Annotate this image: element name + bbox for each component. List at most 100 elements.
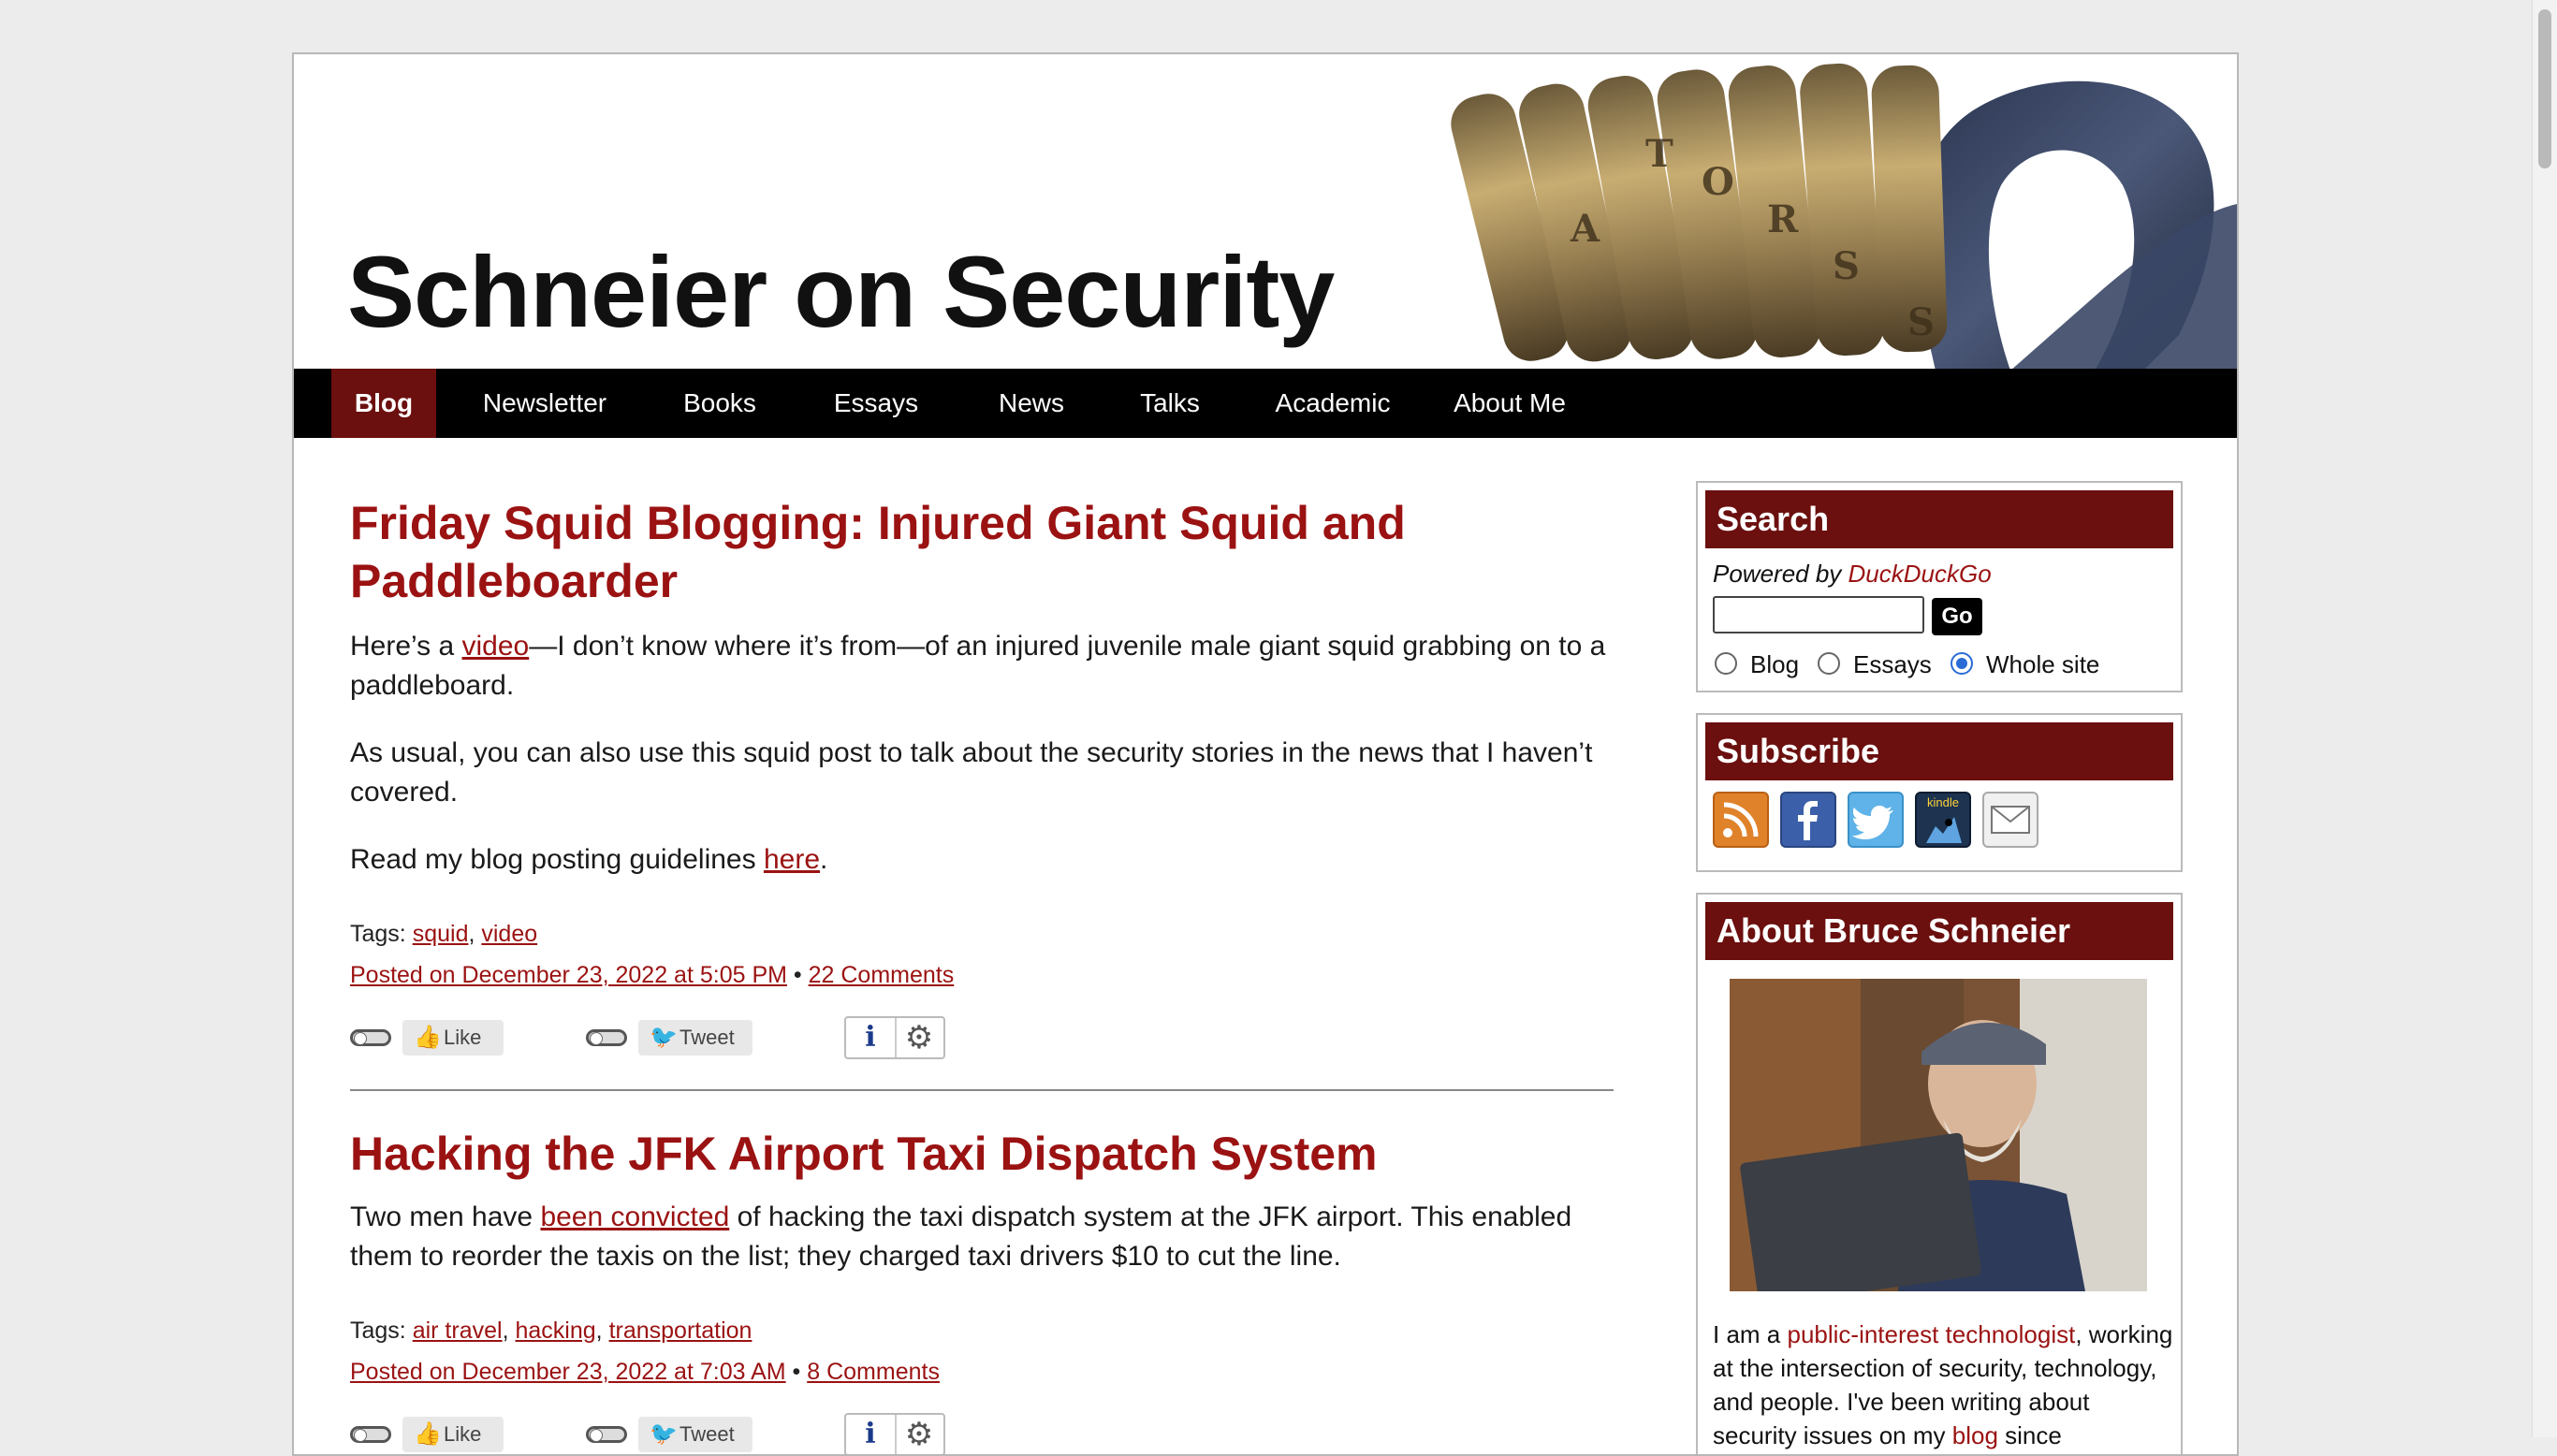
- twitter-icon[interactable]: [1848, 792, 1904, 848]
- svg-text:R: R: [1767, 197, 1799, 241]
- twitter-bird-icon: 🐦: [650, 1421, 678, 1447]
- powered-by: Powered by DuckDuckGo: [1713, 560, 2173, 589]
- like-label: Like: [444, 1422, 482, 1446]
- masthead: Schneier on Security T O R S S A: [294, 54, 2237, 371]
- post-title[interactable]: Hacking the JFK Airport Taxi Dispatch Sy…: [350, 1125, 1619, 1183]
- subscribe-icons: kindle: [1705, 792, 2173, 865]
- thumbs-up-icon: 👍: [414, 1421, 442, 1447]
- nav-item-news[interactable]: News: [986, 369, 1076, 438]
- go-button[interactable]: Go: [1932, 598, 1982, 635]
- post-paragraph: As usual, you can also use this squid po…: [350, 737, 1593, 808]
- tweet-button[interactable]: 🐦 Tweet: [638, 1020, 752, 1056]
- rss-icon[interactable]: [1713, 792, 1769, 848]
- blog-link[interactable]: blog: [1952, 1421, 1998, 1449]
- nav-item-talks[interactable]: Talks: [1125, 369, 1215, 438]
- post-paragraph: Here’s a video—I don’t know where it’s f…: [350, 627, 1619, 706]
- tags-label: Tags:: [350, 921, 413, 947]
- powered-label: Powered by: [1713, 560, 1848, 588]
- tweet-toggle[interactable]: [586, 1029, 627, 1046]
- blog-content: Friday Squid Blogging: Injured Giant Squ…: [350, 494, 1619, 1454]
- subscribe-heading: Subscribe: [1705, 722, 2173, 780]
- blog-post: Friday Squid Blogging: Injured Giant Squ…: [350, 494, 1619, 1065]
- thumbs-up-icon: 👍: [414, 1025, 442, 1050]
- tweet-button[interactable]: 🐦 Tweet: [638, 1417, 752, 1452]
- facebook-icon[interactable]: [1780, 792, 1836, 848]
- like-button[interactable]: 👍 Like: [402, 1020, 504, 1056]
- post-meta: Posted on December 23, 2022 at 5:05 PM •…: [350, 962, 955, 988]
- kindle-label: kindle: [1927, 795, 1959, 809]
- post-permalink[interactable]: Posted on December 23, 2022 at 5:05 PM: [350, 962, 787, 988]
- radio-blog[interactable]: [1715, 652, 1737, 675]
- svg-text:O: O: [1702, 160, 1734, 204]
- privacy-info-box: i ⚙: [844, 1016, 945, 1059]
- duckduckgo-link[interactable]: DuckDuckGo: [1848, 560, 1992, 588]
- main-nav: Blog Newsletter Books Essays News Talks …: [294, 369, 2237, 438]
- nav-item-academic[interactable]: Academic: [1267, 369, 1398, 438]
- gear-icon[interactable]: ⚙: [895, 1415, 943, 1454]
- post-text: Two men have: [350, 1201, 541, 1232]
- sidebar: Search Powered by DuckDuckGo Go Blog Ess…: [1696, 481, 2183, 1454]
- guidelines-link[interactable]: here: [764, 844, 820, 875]
- scrollbar-thumb[interactable]: [2538, 9, 2551, 168]
- post-title[interactable]: Friday Squid Blogging: Injured Giant Squ…: [350, 494, 1619, 610]
- radio-whole-site[interactable]: [1951, 652, 1973, 675]
- tweet-toggle[interactable]: [586, 1426, 627, 1443]
- like-toggle[interactable]: [350, 1426, 391, 1443]
- svg-text:S: S: [1907, 300, 1935, 344]
- nav-item-books[interactable]: Books: [668, 369, 771, 438]
- convicted-link[interactable]: been convicted: [540, 1201, 729, 1232]
- search-widget: Search Powered by DuckDuckGo Go Blog Ess…: [1696, 481, 2183, 692]
- public-interest-link[interactable]: public-interest technologist: [1787, 1320, 2075, 1348]
- tweet-label: Tweet: [679, 1422, 735, 1446]
- tag-link[interactable]: hacking: [515, 1318, 595, 1344]
- comments-link[interactable]: 8 Comments: [807, 1359, 940, 1385]
- post-text: Here’s a: [350, 631, 462, 662]
- post-tags: Tags: squid, video: [350, 921, 538, 947]
- about-heading: About Bruce Schneier: [1705, 902, 2173, 960]
- post-text: Read my blog posting guidelines: [350, 844, 764, 875]
- nav-item-about-me[interactable]: About Me: [1447, 369, 1572, 438]
- email-icon[interactable]: [1982, 792, 2038, 848]
- search-scope: Blog Essays Whole site: [1715, 648, 2173, 686]
- about-text-part: I am a: [1713, 1320, 1788, 1348]
- about-text-part: since: [1997, 1421, 2062, 1449]
- tag-link[interactable]: transportation: [609, 1318, 752, 1344]
- page-scrollbar[interactable]: [2532, 0, 2557, 1437]
- like-button[interactable]: 👍 Like: [402, 1417, 504, 1452]
- tweet-label: Tweet: [679, 1026, 735, 1049]
- nav-item-blog[interactable]: Blog: [331, 369, 436, 438]
- like-label: Like: [444, 1026, 482, 1049]
- search-heading: Search: [1705, 490, 2173, 548]
- tag-link[interactable]: squid: [413, 921, 469, 947]
- video-link[interactable]: video: [462, 631, 530, 662]
- page-container: Schneier on Security T O R S S A Blog Ne…: [292, 52, 2239, 1456]
- twitter-bird-icon: 🐦: [650, 1025, 678, 1050]
- about-text: I am a public-interest technologist, wor…: [1713, 1318, 2173, 1452]
- svg-text:A: A: [1570, 207, 1600, 251]
- gear-icon[interactable]: ⚙: [895, 1018, 943, 1057]
- svg-text:T: T: [1645, 132, 1673, 176]
- tag-link[interactable]: air travel: [413, 1318, 503, 1344]
- info-icon[interactable]: i: [846, 1018, 897, 1057]
- radio-essays[interactable]: [1818, 652, 1840, 675]
- tag-link[interactable]: video: [481, 921, 537, 947]
- nav-item-newsletter[interactable]: Newsletter: [472, 369, 618, 438]
- post-permalink[interactable]: Posted on December 23, 2022 at 7:03 AM: [350, 1359, 786, 1385]
- post-text: .: [820, 844, 828, 875]
- site-title[interactable]: Schneier on Security: [347, 241, 1335, 342]
- privacy-info-box: i ⚙: [844, 1413, 945, 1454]
- subscribe-widget: Subscribe kindle: [1696, 713, 2183, 872]
- post-paragraph: Two men have been convicted of hacking t…: [350, 1198, 1619, 1276]
- kindle-icon[interactable]: kindle: [1915, 792, 1971, 848]
- info-icon[interactable]: i: [846, 1415, 897, 1454]
- nav-item-essays[interactable]: Essays: [824, 369, 928, 438]
- social-bar: 👍 Like 🐦 Tweet i ⚙: [350, 1012, 1619, 1065]
- comments-link[interactable]: 22 Comments: [809, 962, 955, 988]
- post-tags: Tags: air travel, hacking, transportatio…: [350, 1318, 752, 1344]
- radio-whole-site-label: Whole site: [1986, 650, 2100, 678]
- search-input[interactable]: [1713, 596, 1924, 633]
- like-toggle[interactable]: [350, 1029, 391, 1046]
- radio-essays-label: Essays: [1853, 650, 1932, 678]
- about-widget: About Bruce Schneier I am a public-inter…: [1696, 893, 2183, 1454]
- author-photo: [1730, 979, 2147, 1291]
